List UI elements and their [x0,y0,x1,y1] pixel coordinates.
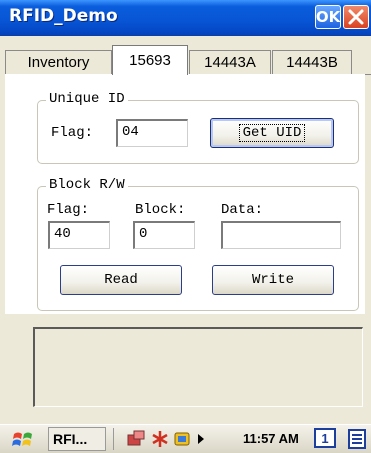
window-title: RFID_Demo [9,6,118,26]
network-icon[interactable] [126,429,146,449]
read-button[interactable]: Read [60,265,182,295]
tab-14443b[interactable]: 14443B [272,50,352,74]
taskbar-app-button[interactable]: RFI... [48,427,106,451]
block-data-label: Data: [221,202,264,218]
block-flag-input[interactable]: 40 [48,221,110,249]
taskbar: RFI... 11:57 AM 1 [0,424,371,453]
block-flag-label: Flag: [47,202,90,218]
get-uid-button-label: Get UID [238,124,306,142]
close-icon [348,9,364,25]
wireless-icon[interactable] [172,429,192,449]
get-uid-button[interactable]: Get UID [210,118,334,148]
uid-flag-label: Flag: [51,125,94,141]
block-number-label: Block: [135,202,186,218]
desktop-number-indicator[interactable]: 1 [314,428,336,448]
close-button[interactable] [343,5,369,29]
ok-button[interactable]: OK [315,5,341,29]
uid-flag-input[interactable]: 04 [116,119,188,147]
write-button[interactable]: Write [212,265,334,295]
tab-panel-15693: Unique ID Flag: 04 Get UID Block R/W Fla… [5,74,365,314]
title-bar: RFID_Demo OK [0,0,371,36]
block-data-input[interactable] [221,221,341,249]
taskbar-clock[interactable]: 11:57 AM [243,431,299,446]
unique-id-group-title: Unique ID [46,91,128,107]
output-area [33,327,363,407]
tab-14443a[interactable]: 14443A [189,50,271,74]
bluetooth-icon[interactable] [150,429,170,449]
input-panel-icon[interactable] [348,428,366,450]
tab-15693[interactable]: 15693 [112,45,188,75]
taskbar-separator [113,428,114,450]
block-number-input[interactable]: 0 [133,221,195,249]
tab-inventory[interactable]: Inventory [5,50,112,74]
arrow-right-icon[interactable] [197,433,205,445]
start-windows-flag-icon[interactable] [10,428,38,452]
block-rw-group-title: Block R/W [46,177,128,193]
